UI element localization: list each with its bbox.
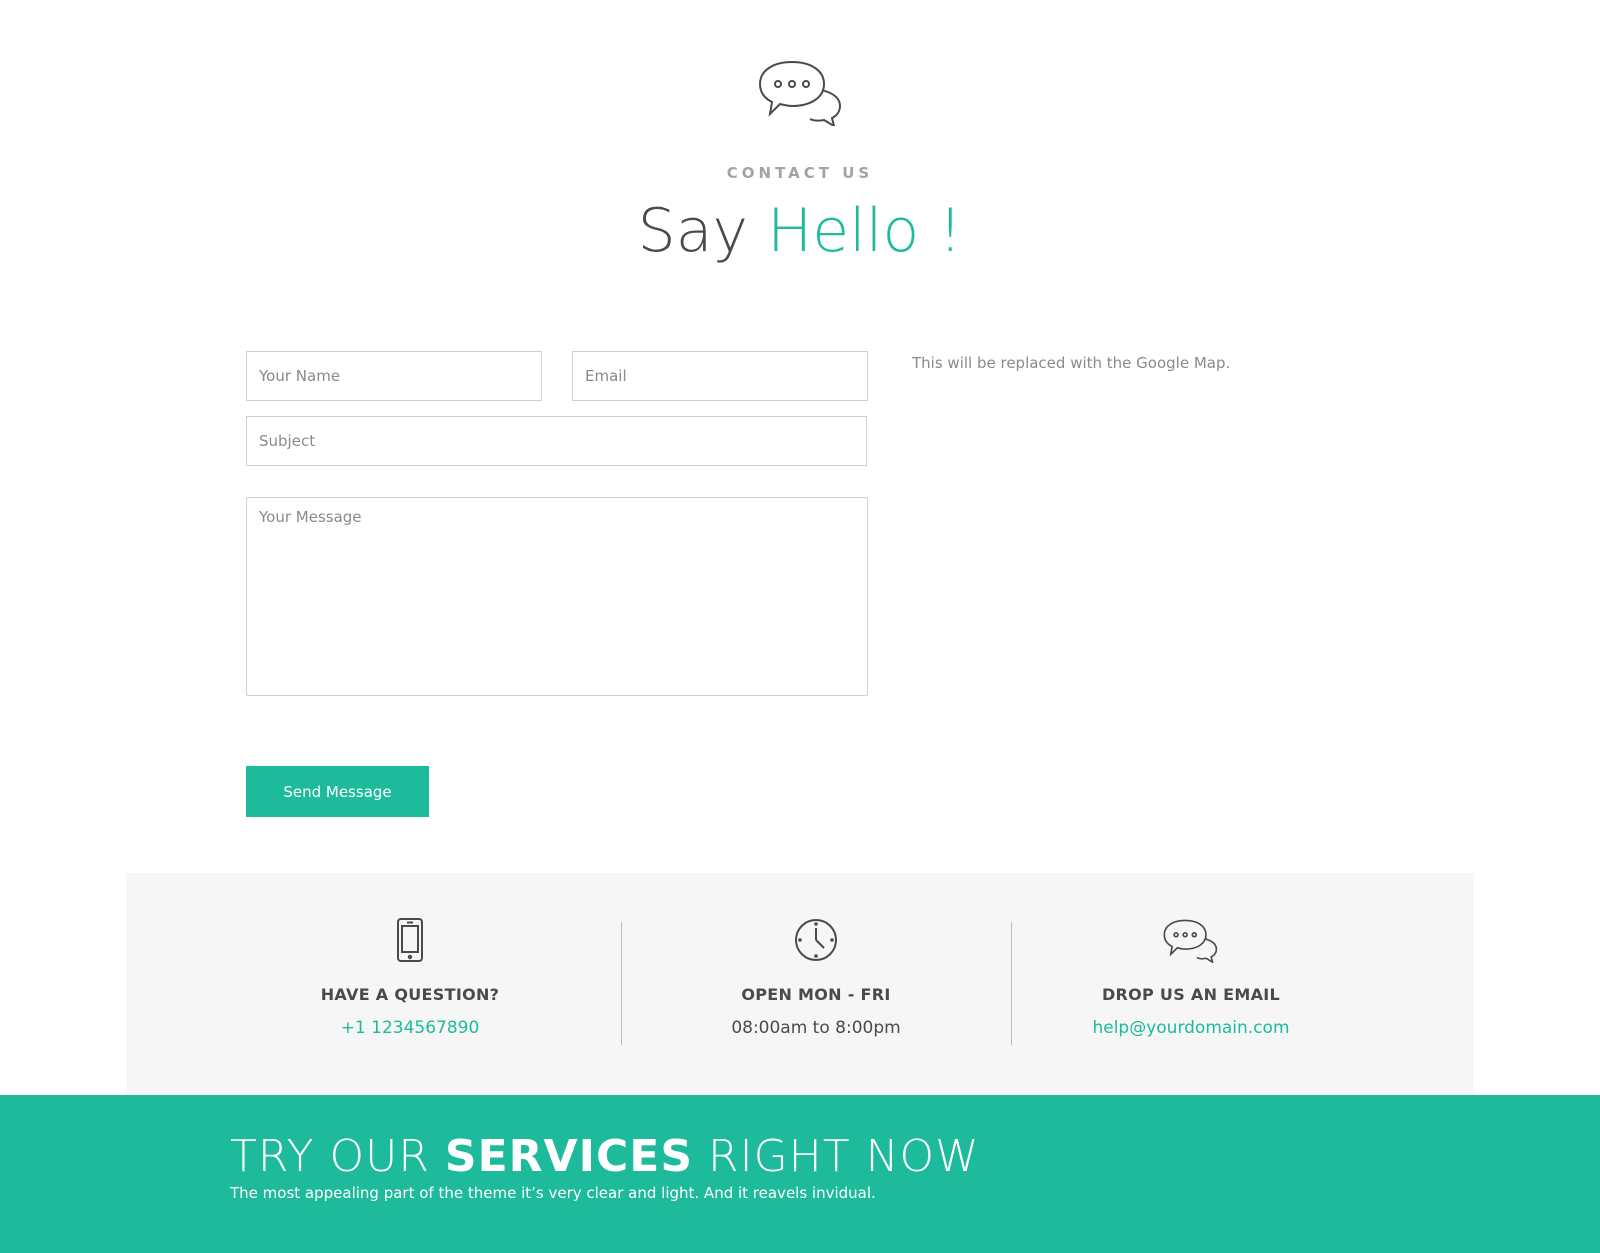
section-eyebrow: CONTACT US — [726, 164, 874, 182]
section-headline: Say Hello ! — [0, 192, 1600, 270]
send-message-button[interactable]: Send Message — [246, 766, 429, 817]
info-phone: HAVE A QUESTION? +1 1234567890 — [210, 917, 610, 1038]
name-input[interactable] — [246, 351, 542, 401]
hours-text: 08:00am to 8:00pm — [731, 1018, 901, 1038]
phone-link[interactable]: +1 1234567890 — [210, 1018, 610, 1038]
chat-bubbles-icon — [1163, 919, 1218, 963]
info-hours: OPEN MON - FRI 08:00am to 8:00pm — [616, 917, 1016, 1038]
cta-banner: TRY OUR SERVICES RIGHT NOW The most appe… — [0, 1095, 1600, 1253]
email-link[interactable]: help@yourdomain.com — [991, 1018, 1391, 1038]
chat-bubbles-icon — [758, 60, 842, 126]
headline-plain: Say — [637, 196, 749, 266]
smartphone-icon — [397, 918, 423, 962]
info-title: OPEN MON - FRI — [741, 985, 891, 1004]
headline-accent: Hello ! — [767, 196, 963, 266]
message-textarea[interactable] — [246, 497, 868, 696]
subject-input[interactable] — [246, 416, 867, 466]
info-email: DROP US AN EMAIL help@yourdomain.com — [991, 917, 1391, 1038]
clock-icon — [795, 919, 837, 961]
cta-title-post: RIGHT NOW — [708, 1131, 980, 1182]
info-title: HAVE A QUESTION? — [320, 985, 500, 1004]
map-placeholder-text: This will be replaced with the Google Ma… — [912, 354, 1231, 372]
email-input[interactable] — [572, 351, 868, 401]
cta-title-pre: TRY OUR — [230, 1131, 430, 1182]
cta-subtitle: The most appealing part of the theme it’… — [230, 1184, 876, 1202]
info-title: DROP US AN EMAIL — [1101, 985, 1281, 1004]
cta-title: TRY OUR SERVICES RIGHT NOW — [230, 1131, 980, 1182]
cta-title-bold: SERVICES — [444, 1131, 694, 1182]
